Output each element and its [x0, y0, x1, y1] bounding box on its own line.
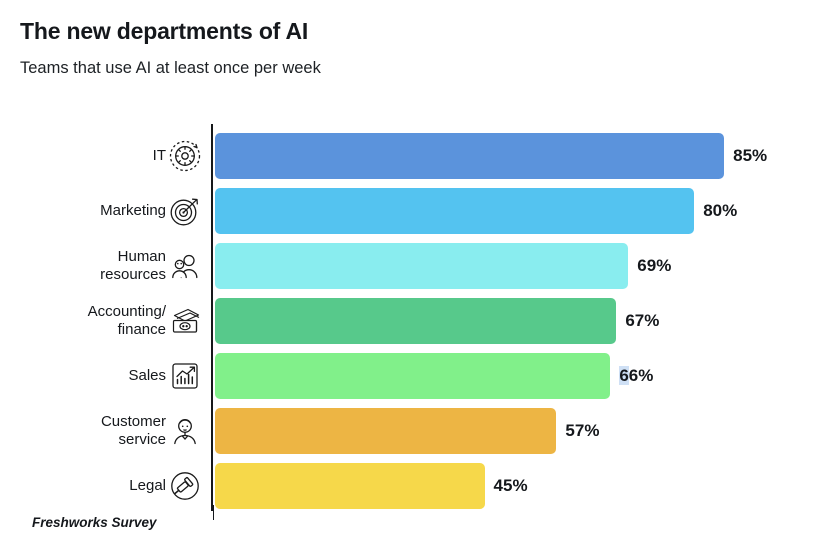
target-icon: [168, 194, 202, 228]
bar-it: [215, 133, 725, 179]
category-label-legal: Legal: [129, 477, 166, 494]
bar-value-accounting-finance: 67%: [625, 311, 660, 330]
table-row: Sales 66%: [0, 353, 822, 399]
bar-sales: [215, 353, 611, 399]
category-label-wrap-marketing: Marketing: [8, 188, 166, 234]
bar-value-legal: 45%: [493, 476, 528, 495]
bar-accounting-finance: [215, 298, 617, 344]
gear-icon: [168, 139, 202, 173]
category-label-wrap-customer-service: Customer service: [8, 408, 166, 454]
category-label-sales: Sales: [128, 367, 166, 384]
bar-value-it: 85%: [733, 146, 768, 165]
text-caret: [213, 505, 214, 520]
bar-customer-service: [215, 408, 557, 454]
category-label-customer-service: Customer service: [100, 413, 166, 448]
category-label-wrap-sales: Sales: [8, 353, 166, 399]
table-row: Accounting/ finance 67%: [0, 298, 822, 344]
category-label-wrap-legal: Legal: [8, 463, 166, 509]
support-agent-icon: [168, 414, 202, 448]
table-row: Customer service 57%: [0, 408, 822, 454]
table-row: IT 85%: [0, 133, 822, 179]
bar-chart-icon: [168, 359, 202, 393]
bar-value-sales: 66%: [619, 366, 654, 385]
gavel-icon: [168, 469, 202, 503]
bar-value-human-resources: 69%: [637, 256, 672, 275]
bar-legal: [215, 463, 485, 509]
money-icon: [168, 304, 202, 338]
chart-page: The new departments of AI Teams that use…: [0, 0, 822, 545]
category-label-wrap-accounting-finance: Accounting/ finance: [8, 298, 166, 344]
category-label-human-resources: Human resources: [100, 248, 166, 283]
bar-marketing: [215, 188, 695, 234]
category-label-wrap-it: IT: [8, 133, 166, 179]
bar-value-customer-service: 57%: [565, 421, 600, 440]
table-row: Legal 45%: [0, 463, 822, 509]
bar-human-resources: [215, 243, 629, 289]
bar-chart-plot-area: IT 85% Marketing 80% Human resources 69%…: [0, 0, 822, 545]
table-row: Marketing 80%: [0, 188, 822, 234]
table-row: Human resources 69%: [0, 243, 822, 289]
people-icon: [168, 249, 202, 283]
bar-value-marketing: 80%: [703, 201, 738, 220]
category-label-it: IT: [152, 147, 166, 164]
source-note: Freshworks Survey: [32, 515, 157, 530]
category-label-marketing: Marketing: [100, 202, 166, 219]
category-label-accounting-finance: Accounting/ finance: [87, 303, 166, 338]
category-label-wrap-human-resources: Human resources: [8, 243, 166, 289]
